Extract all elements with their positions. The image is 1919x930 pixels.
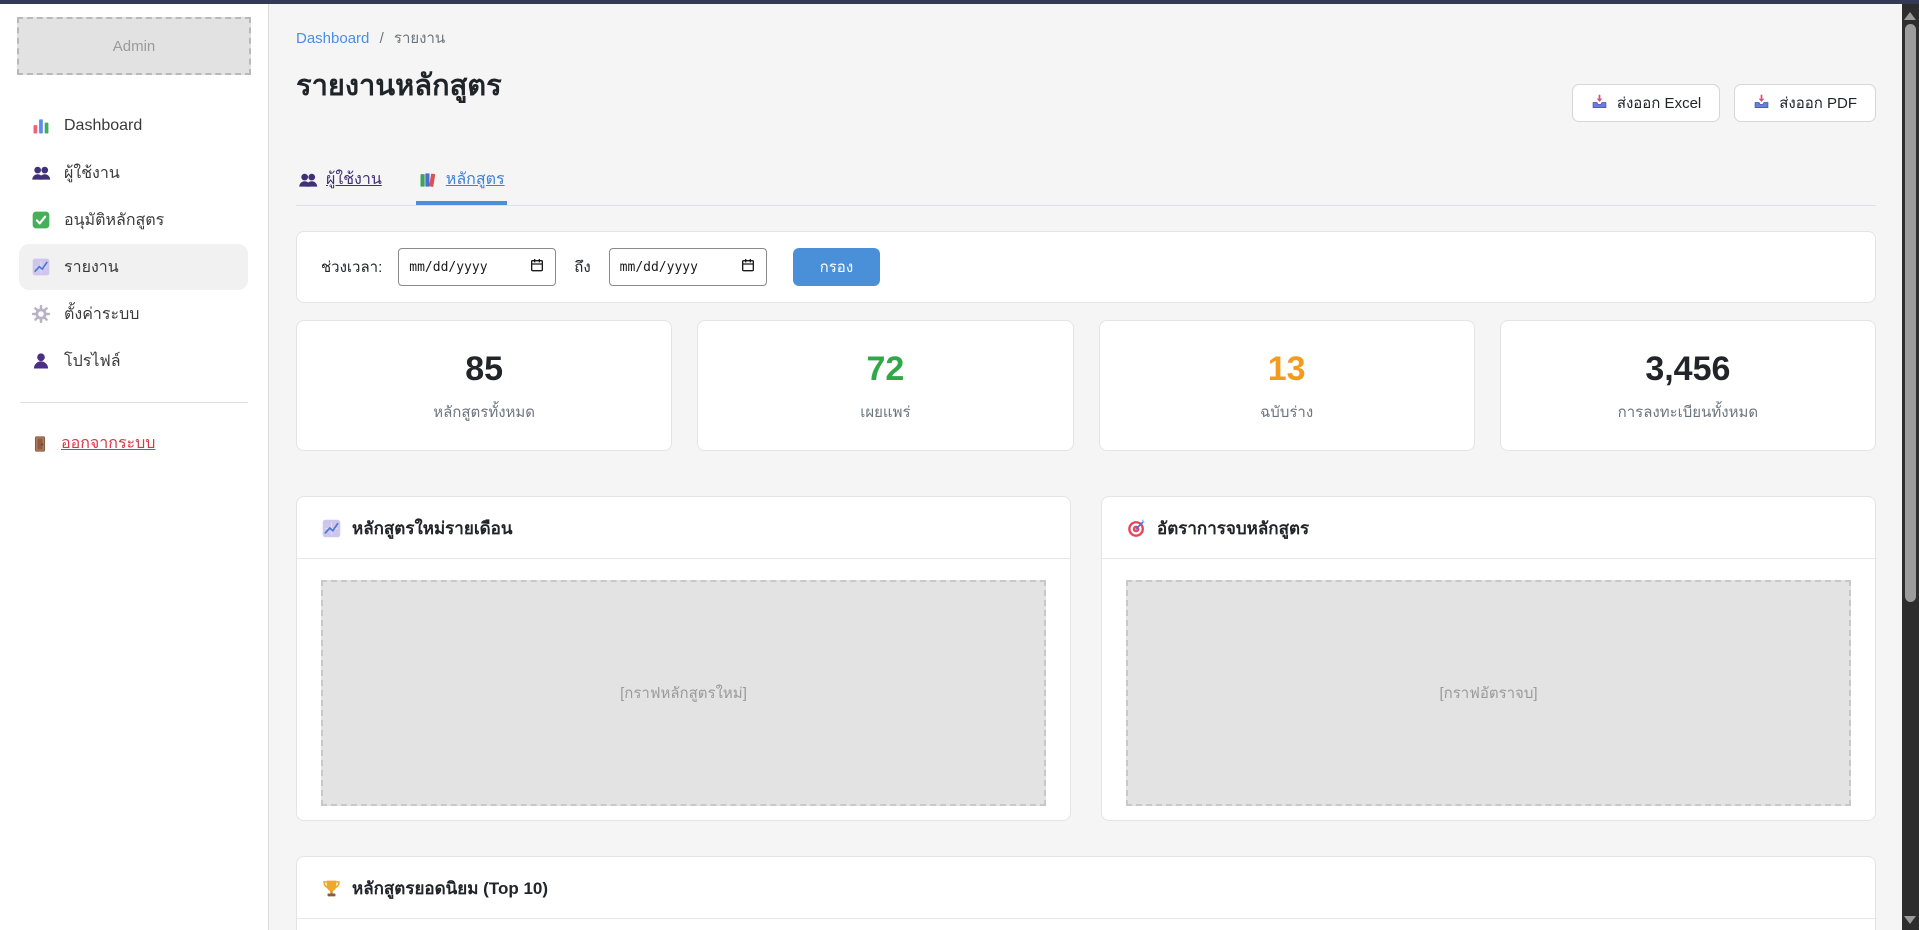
chart-card-title: อัตราการจบหลักสูตร	[1157, 515, 1309, 542]
charts-row: หลักสูตรใหม่รายเดือน [กราฟหลักสูตรใหม่] …	[296, 496, 1876, 821]
sidebar-item-label: รายงาน	[64, 255, 119, 280]
tab-bar: ผู้ใช้งาน หลักสูตร	[296, 158, 1876, 206]
calendar-icon[interactable]	[529, 257, 545, 278]
sidebar-item-label: ผู้ใช้งาน	[64, 161, 120, 186]
date-from-value: mm/dd/yyyy	[409, 260, 487, 275]
top-strip	[0, 0, 1919, 4]
check-icon	[31, 210, 51, 230]
export-pdf-button[interactable]: ส่งออก PDF	[1734, 84, 1876, 122]
export-excel-button[interactable]: ส่งออก Excel	[1572, 84, 1720, 122]
stat-value: 72	[698, 347, 1072, 391]
logout-label: ออกจากระบบ	[61, 431, 155, 456]
sidebar-item-label: โปรไฟล์	[64, 349, 121, 374]
download-icon	[1591, 93, 1608, 114]
chart-card-completion-rate: อัตราการจบหลักสูตร [กราฟอัตราจบ]	[1101, 496, 1876, 821]
export-pdf-label: ส่งออก PDF	[1779, 91, 1857, 115]
top-courses-body	[297, 919, 1875, 930]
admin-logo-placeholder: Admin	[17, 17, 251, 75]
target-icon	[1126, 518, 1147, 539]
stat-value: 3,456	[1501, 347, 1875, 391]
chart-card-header: หลักสูตรใหม่รายเดือน	[297, 497, 1070, 559]
filter-label: ช่วงเวลา:	[321, 255, 382, 279]
books-icon	[418, 170, 438, 190]
chart-card-title: หลักสูตรใหม่รายเดือน	[352, 515, 513, 542]
tab-courses-label: หลักสูตร	[446, 167, 505, 192]
sidebar-item-profile[interactable]: โปรไฟล์	[19, 338, 248, 384]
stat-label: เผยแพร่	[698, 400, 1072, 424]
stat-card-total-enrollments: 3,456 การลงทะเบียนทั้งหมด	[1500, 320, 1876, 451]
calendar-icon[interactable]	[740, 257, 756, 278]
chart-placeholder-new-courses: [กราฟหลักสูตรใหม่]	[321, 580, 1046, 806]
scrollbar-up-arrow[interactable]	[1904, 12, 1916, 20]
tab-users[interactable]: ผู้ใช้งาน	[296, 158, 384, 205]
breadcrumb-separator: /	[380, 30, 384, 47]
door-icon	[31, 435, 49, 453]
logout-link[interactable]: ออกจากระบบ	[31, 431, 268, 456]
page-title: รายงานหลักสูตร	[296, 64, 502, 108]
chart-placeholder-completion: [กราฟอัตราจบ]	[1126, 580, 1851, 806]
chart-card-header: อัตราการจบหลักสูตร	[1102, 497, 1875, 559]
scrollbar[interactable]	[1902, 4, 1919, 930]
date-to-input[interactable]: mm/dd/yyyy	[609, 248, 767, 286]
stat-value: 13	[1100, 347, 1474, 391]
sidebar-divider	[20, 402, 248, 403]
stat-label: การลงทะเบียนทั้งหมด	[1501, 400, 1875, 424]
trophy-icon	[321, 878, 342, 899]
top-courses-header: หลักสูตรยอดนิยม (Top 10)	[297, 857, 1875, 919]
sidebar-nav: Dashboard ผู้ใช้งาน อนุมัติหลักสูตร รายง…	[0, 103, 268, 384]
chart-body: [กราฟอัตราจบ]	[1102, 559, 1875, 827]
stat-card-published: 72 เผยแพร่	[697, 320, 1073, 451]
filter-bar: ช่วงเวลา: mm/dd/yyyy ถึง mm/dd/yyyy กรอง	[296, 231, 1876, 303]
filter-to-label: ถึง	[574, 255, 590, 279]
export-buttons: ส่งออก Excel ส่งออก PDF	[1572, 84, 1876, 122]
scrollbar-thumb[interactable]	[1905, 24, 1916, 602]
admin-logo-text: Admin	[113, 38, 156, 55]
breadcrumb-current: รายงาน	[394, 30, 445, 47]
export-excel-label: ส่งออก Excel	[1617, 91, 1701, 115]
download-icon	[1753, 93, 1770, 114]
sidebar-item-dashboard[interactable]: Dashboard	[19, 103, 248, 149]
tab-users-label: ผู้ใช้งาน	[326, 167, 382, 192]
chart-up-icon	[321, 518, 342, 539]
sidebar-item-label: Dashboard	[64, 117, 142, 135]
filter-button[interactable]: กรอง	[793, 248, 880, 286]
main-content: Dashboard / รายงาน รายงานหลักสูตร ส่งออก…	[269, 4, 1902, 930]
sidebar: Admin Dashboard ผู้ใช้งาน อนุมัติหลักสูต…	[0, 4, 269, 930]
stat-label: ฉบับร่าง	[1100, 400, 1474, 424]
users-icon	[298, 170, 318, 190]
sidebar-item-label: อนุมัติหลักสูตร	[64, 208, 164, 233]
top-courses-title: หลักสูตรยอดนิยม (Top 10)	[352, 875, 548, 902]
sidebar-item-users[interactable]: ผู้ใช้งาน	[19, 150, 248, 196]
sidebar-item-label: ตั้งค่าระบบ	[64, 302, 139, 327]
bar-chart-icon	[31, 116, 51, 136]
sidebar-item-reports[interactable]: รายงาน	[19, 244, 248, 290]
stats-row: 85 หลักสูตรทั้งหมด 72 เผยแพร่ 13 ฉบับร่า…	[296, 320, 1876, 451]
chart-body: [กราฟหลักสูตรใหม่]	[297, 559, 1070, 827]
stat-card-total-courses: 85 หลักสูตรทั้งหมด	[296, 320, 672, 451]
sidebar-item-settings[interactable]: ตั้งค่าระบบ	[19, 291, 248, 337]
chart-placeholder-text: [กราฟอัตราจบ]	[1439, 681, 1537, 705]
date-from-input[interactable]: mm/dd/yyyy	[398, 248, 556, 286]
person-icon	[31, 351, 51, 371]
chart-up-icon	[31, 257, 51, 277]
chart-card-new-courses: หลักสูตรใหม่รายเดือน [กราฟหลักสูตรใหม่]	[296, 496, 1071, 821]
stat-label: หลักสูตรทั้งหมด	[297, 400, 671, 424]
date-to-value: mm/dd/yyyy	[620, 260, 698, 275]
users-icon	[31, 163, 51, 183]
stat-card-drafts: 13 ฉบับร่าง	[1099, 320, 1475, 451]
breadcrumb-dashboard-link[interactable]: Dashboard	[296, 30, 369, 47]
scrollbar-down-arrow[interactable]	[1904, 916, 1916, 924]
page-header: รายงานหลักสูตร ส่งออก Excel ส่งออก PDF	[296, 64, 1876, 122]
gear-icon	[31, 304, 51, 324]
top-courses-card: หลักสูตรยอดนิยม (Top 10)	[296, 856, 1876, 930]
stat-value: 85	[297, 347, 671, 391]
breadcrumb: Dashboard / รายงาน	[296, 26, 1876, 50]
tab-courses[interactable]: หลักสูตร	[416, 158, 507, 205]
chart-placeholder-text: [กราฟหลักสูตรใหม่]	[620, 681, 747, 705]
sidebar-item-approve-courses[interactable]: อนุมัติหลักสูตร	[19, 197, 248, 243]
